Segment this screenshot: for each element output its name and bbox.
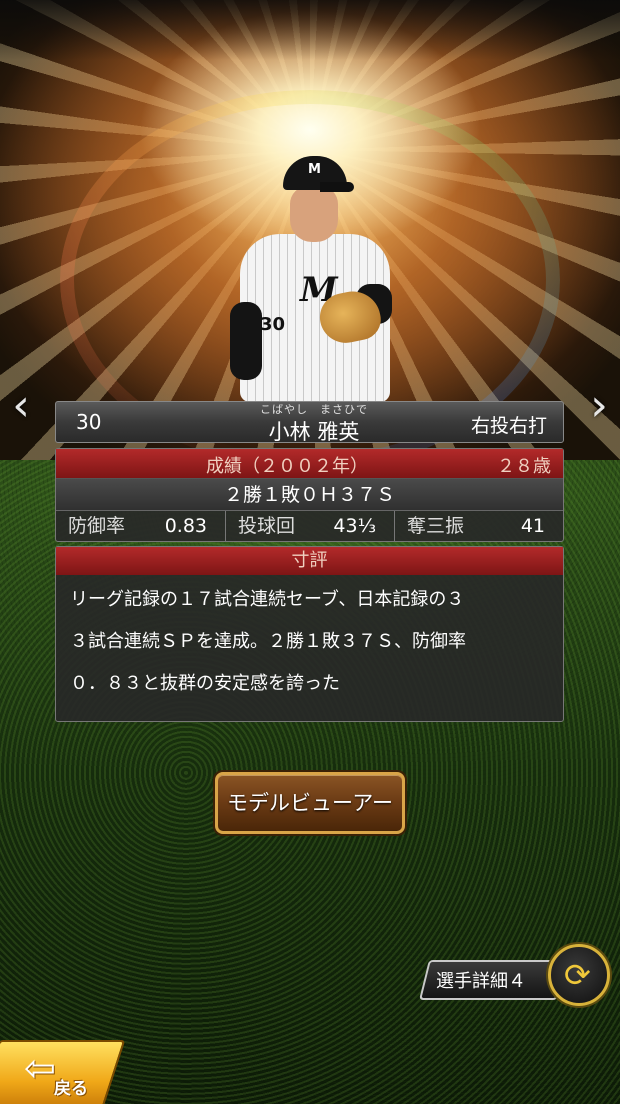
throw-bat-hand: 右投右打 (470, 415, 547, 437)
stat-era: 防御率 0.83 (56, 511, 225, 541)
stats-season-label: 成績（２００２年） (206, 456, 368, 477)
stat-innings: 投球回 43⅓ (225, 511, 394, 541)
stats-header: 成績（２００２年） ２８歳 (56, 449, 563, 479)
player-name-ruby: こばやし まさひで (260, 403, 368, 416)
stat-label: 投球回 (238, 515, 296, 537)
prev-player-chevron-icon[interactable]: ‹ (6, 382, 36, 430)
stat-value: 41 (520, 515, 545, 537)
win-loss-record: ２勝１敗０Ｈ３７Ｓ (56, 479, 563, 511)
back-arrow-icon[interactable]: ⇦ (24, 1048, 56, 1088)
refresh-cycle-icon: ⟳ (564, 956, 591, 994)
comment-line: リーグ記録の１７試合連続セーブ、日本記録の３ (70, 589, 465, 610)
comment-body: リーグ記録の１７試合連続セーブ、日本記録の３ ３試合連続ＳＰを達成。２勝１敗３７… (70, 579, 554, 705)
stat-label: 奪三振 (407, 515, 465, 537)
player-name-bar: 30 こばやし まさひで 小林 雅英 右投右打 (55, 401, 564, 444)
comment-line: ３試合連続ＳＰを達成。２勝１敗３７Ｓ、防御率 (70, 631, 466, 652)
back-button-label[interactable]: 戻る (54, 1074, 88, 1099)
player-face (290, 186, 338, 242)
player-age: ２８歳 (497, 456, 551, 477)
player-name: 小林 雅英 (268, 420, 360, 444)
model-viewer-button[interactable]: モデルビューアー (215, 772, 405, 834)
cap-logo: M (308, 162, 321, 177)
jersey-number: 30 (260, 314, 286, 335)
stat-value: 43⅓ (333, 515, 376, 537)
stats-panel: 成績（２００２年） ２８歳 ２勝１敗０Ｈ３７Ｓ 防御率 0.83 投球回 43⅓… (55, 448, 564, 542)
uniform-number: 30 (76, 410, 102, 434)
player-cap-brim (320, 182, 354, 192)
player-figure: M M 30 (228, 152, 398, 402)
stat-strikeouts: 奪三振 41 (394, 511, 563, 541)
comment-header: 寸評 (56, 547, 563, 575)
player-arm-left (230, 302, 262, 380)
stat-label: 防御率 (68, 515, 126, 537)
comment-line: ０．８３と抜群の安定感を誇った (70, 673, 340, 694)
next-player-chevron-icon[interactable]: › (584, 382, 614, 430)
cycle-detail-button[interactable]: ⟳ (548, 944, 610, 1006)
comment-panel: 寸評 リーグ記録の１７試合連続セーブ、日本記録の３ ３試合連続ＳＰを達成。２勝１… (55, 546, 564, 722)
background-top-shade (0, 0, 620, 60)
player-detail-label[interactable]: 選手詳細４ (436, 967, 526, 993)
stat-value: 0.83 (164, 515, 207, 537)
